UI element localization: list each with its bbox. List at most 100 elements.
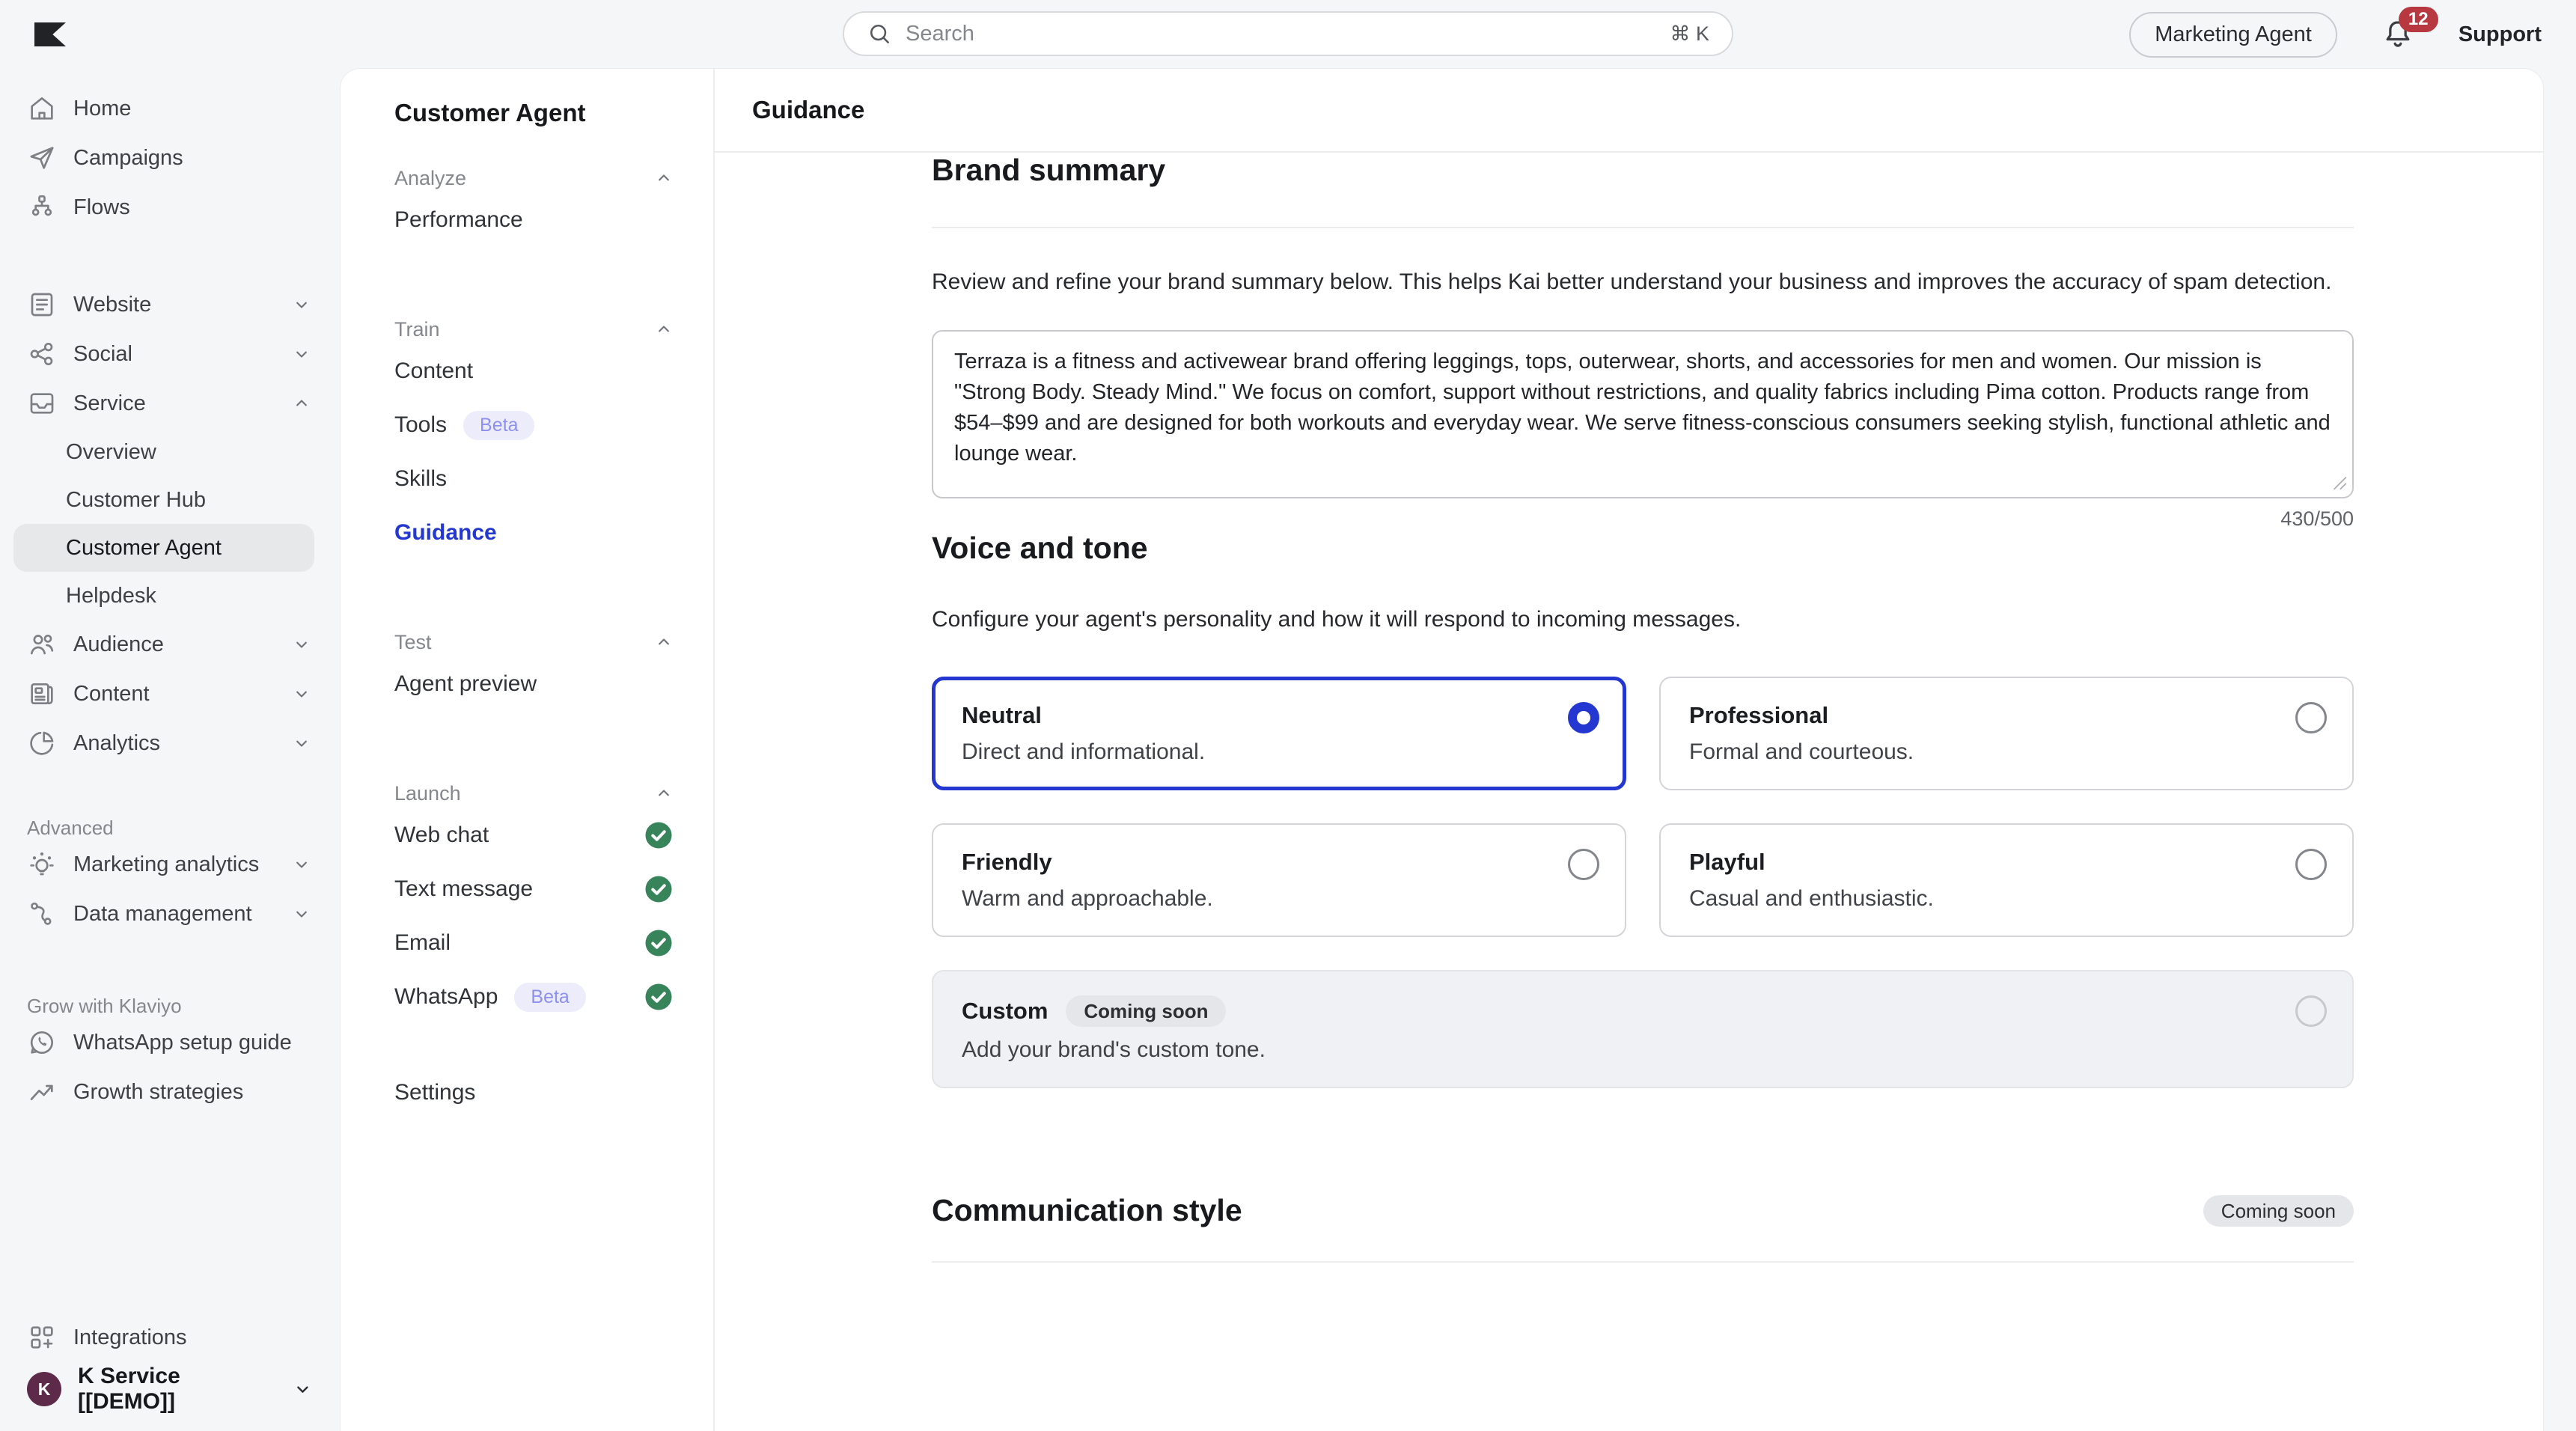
agent-nav-item-whatsapp[interactable]: WhatsApp Beta [394,970,674,1024]
tone-option-friendly[interactable]: Friendly Warm and approachable. [932,823,1626,937]
sidebar-item-content[interactable]: Content [0,669,341,718]
notification-count-badge: 12 [2399,7,2438,32]
chevron-down-icon [291,854,312,875]
beta-badge: Beta [463,411,534,440]
voice-tone-title: Voice and tone [932,531,2354,566]
chevron-down-icon [291,683,312,704]
agent-nav-item-content[interactable]: Content [394,344,674,398]
content-icon [27,679,57,709]
tone-option-playful[interactable]: Playful Casual and enthusiastic. [1659,823,2354,937]
klaviyo-logo-icon[interactable] [34,22,66,46]
agent-nav-item-email[interactable]: Email [394,916,674,970]
agent-nav-section-analyze[interactable]: Analyze [394,163,674,193]
sidebar-item-service[interactable]: Service [0,379,341,428]
agent-nav-section-train[interactable]: Train [394,314,674,344]
sidebar-item-whatsapp-setup[interactable]: WhatsApp setup guide [0,1018,341,1067]
sidebar-item-audience[interactable]: Audience [0,620,341,669]
agent-nav-item-text-message[interactable]: Text message [394,862,674,916]
account-name: K Service [[DEMO]] [78,1364,275,1415]
brand-summary-textarea[interactable]: Terraza is a fitness and activewear bran… [932,330,2354,498]
send-icon [27,143,57,173]
sidebar-item-growth-strategies[interactable]: Growth strategies [0,1067,341,1117]
divider [932,1261,2354,1263]
service-inbox-icon [27,388,57,418]
voice-tone-description: Configure your agent's personality and h… [932,602,2354,638]
radio-selected-icon[interactable] [1568,702,1599,733]
marketing-agent-button[interactable]: Marketing Agent [2129,12,2337,58]
brand-summary-title: Brand summary [932,153,2354,188]
agent-nav-item-agent-preview[interactable]: Agent preview [394,657,674,711]
check-circle-icon [643,981,674,1013]
resize-handle-icon[interactable] [2331,475,2348,491]
sidebar-item-analytics[interactable]: Analytics [0,718,341,768]
sidebar-item-customer-agent[interactable]: Customer Agent [13,524,314,572]
check-circle-icon [643,927,674,959]
page-title: Guidance [752,96,2506,124]
home-icon [27,94,57,123]
analytics-pie-icon [27,728,57,758]
beta-badge: Beta [514,983,585,1012]
account-avatar: K [27,1372,61,1406]
sidebar-item-campaigns[interactable]: Campaigns [0,133,341,183]
topbar-actions: Marketing Agent 12 Support [2129,12,2542,58]
trend-up-icon [27,1077,57,1107]
agent-nav-item-web-chat[interactable]: Web chat [394,808,674,862]
communication-style-section: Communication style Coming soon [932,1193,2354,1228]
topbar: Search ⌘ K Marketing Agent 12 Support [0,0,2576,69]
sidebar-item-home[interactable]: Home [0,84,341,133]
chevron-down-icon [291,634,312,655]
customer-agent-nav: Customer Agent Analyze Performance Train… [341,69,715,1431]
sidebar-item-data-management[interactable]: Data management [0,889,341,939]
lightbulb-icon [27,849,57,879]
notifications-button[interactable]: 12 [2381,17,2415,52]
integrations-icon [27,1322,57,1352]
sidebar-item-flows[interactable]: Flows [0,183,341,232]
search-placeholder: Search [906,22,1656,46]
whatsapp-icon [27,1028,57,1058]
sidebar: Home Campaigns Flows Website Social Serv… [0,69,341,1431]
sidebar-item-overview[interactable]: Overview [0,428,341,476]
agent-nav-section-test[interactable]: Test [394,627,674,657]
brand-summary-description: Review and refine your brand summary bel… [932,264,2354,300]
chevron-down-icon [291,903,312,924]
sidebar-section-grow: Grow with Klaviyo [0,985,341,1018]
support-link[interactable]: Support [2459,22,2542,47]
coming-soon-badge: Coming soon [1066,995,1226,1027]
agent-nav-item-skills[interactable]: Skills [394,452,674,506]
radio-disabled-icon [2295,995,2327,1027]
check-circle-icon [643,873,674,905]
agent-nav-item-tools[interactable]: Tools Beta [394,398,674,452]
agent-nav-item-performance[interactable]: Performance [394,193,674,247]
social-icon [27,339,57,369]
radio-unselected-icon[interactable] [1568,849,1599,880]
data-nodes-icon [27,899,57,929]
radio-unselected-icon[interactable] [2295,849,2327,880]
search-input[interactable]: Search ⌘ K [843,11,1733,56]
guidance-content: Brand summary Review and refine your bra… [715,153,2543,1263]
sidebar-item-social[interactable]: Social [0,329,341,379]
radio-unselected-icon[interactable] [2295,702,2327,733]
sidebar-section-advanced: Advanced [0,807,341,840]
chevron-down-icon [291,294,312,315]
sidebar-item-helpdesk[interactable]: Helpdesk [0,572,341,620]
search-shortcut: ⌘ K [1670,22,1709,46]
chevron-up-icon [653,632,674,653]
chevron-up-icon [653,168,674,189]
sidebar-item-integrations[interactable]: Integrations [0,1313,341,1362]
agent-nav-item-guidance[interactable]: Guidance [394,506,674,560]
sidebar-item-customer-hub[interactable]: Customer Hub [0,476,341,524]
chevron-up-icon [653,783,674,804]
account-switcher[interactable]: K K Service [[DEMO]] [0,1362,341,1416]
tone-option-professional[interactable]: Professional Formal and courteous. [1659,677,2354,790]
agent-nav-section-launch[interactable]: Launch [394,778,674,808]
chevron-up-icon [653,319,674,340]
chevron-down-icon [291,733,312,754]
sidebar-item-website[interactable]: Website [0,280,341,329]
tone-option-neutral[interactable]: Neutral Direct and informational. [932,677,1626,790]
chevron-down-icon [291,344,312,364]
website-icon [27,290,57,320]
tone-option-custom: Custom Coming soon Add your brand's cust… [932,970,2354,1088]
flows-icon [27,192,57,222]
sidebar-item-marketing-analytics[interactable]: Marketing analytics [0,840,341,889]
agent-nav-item-settings[interactable]: Settings [394,1066,674,1120]
